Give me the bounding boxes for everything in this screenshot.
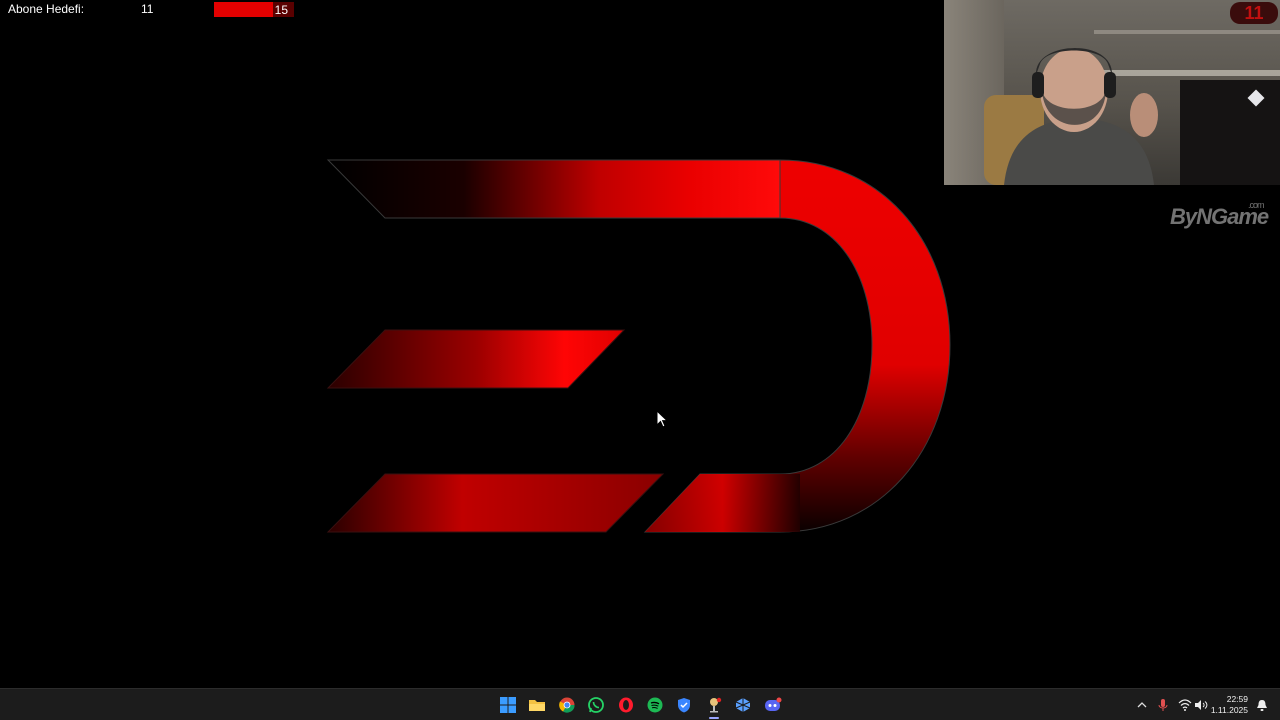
taskbar-whatsapp[interactable] <box>586 695 606 715</box>
taskbar-discord[interactable] <box>763 695 783 715</box>
clock-time: 22:59 <box>1226 694 1248 704</box>
taskbar-chrome[interactable] <box>557 695 577 715</box>
taskbar-network-app[interactable] <box>733 695 753 715</box>
streamer-avatar-icon <box>1004 47 1158 185</box>
mouse-cursor-icon <box>656 410 668 428</box>
whatsapp-icon <box>588 697 604 713</box>
chrome-icon <box>559 697 575 713</box>
opera-icon <box>619 697 633 713</box>
brand-watermark: ByNGame .com <box>1170 200 1269 230</box>
volume-icon[interactable] <box>1193 697 1209 713</box>
taskbar-file-explorer[interactable] <box>527 695 547 715</box>
taskbar-opera[interactable] <box>616 695 636 715</box>
mic-stand-icon <box>710 697 722 713</box>
cube-icon <box>735 698 751 712</box>
discord-icon <box>765 697 782 711</box>
windows-icon <box>500 697 516 713</box>
webcam-feed: 11 <box>944 0 1280 185</box>
clock-date: 1.11.2025 <box>1210 705 1248 715</box>
wifi-icon[interactable] <box>1177 697 1193 713</box>
webcam-channel-badge: 11 <box>1230 2 1278 24</box>
notification-bell-icon[interactable] <box>1254 697 1270 713</box>
shield-icon <box>678 698 690 713</box>
microphone-icon[interactable] <box>1155 697 1171 713</box>
start-button[interactable] <box>498 695 518 715</box>
taskbar: 22:59 1.11.2025 <box>0 688 1280 720</box>
taskbar-spotify[interactable] <box>645 695 665 715</box>
system-clock[interactable]: 22:59 1.11.2025 <box>1211 694 1248 716</box>
watermark-suffix: .com <box>1248 200 1264 210</box>
webcam-background-dark <box>1180 80 1280 185</box>
folder-icon <box>529 700 545 711</box>
taskbar-active-indicator <box>709 717 719 719</box>
tray-overflow-chevron-icon[interactable] <box>1134 697 1150 713</box>
spotify-icon <box>647 697 663 713</box>
taskbar-streaming-app[interactable] <box>704 695 724 715</box>
taskbar-shield-app[interactable] <box>674 695 694 715</box>
